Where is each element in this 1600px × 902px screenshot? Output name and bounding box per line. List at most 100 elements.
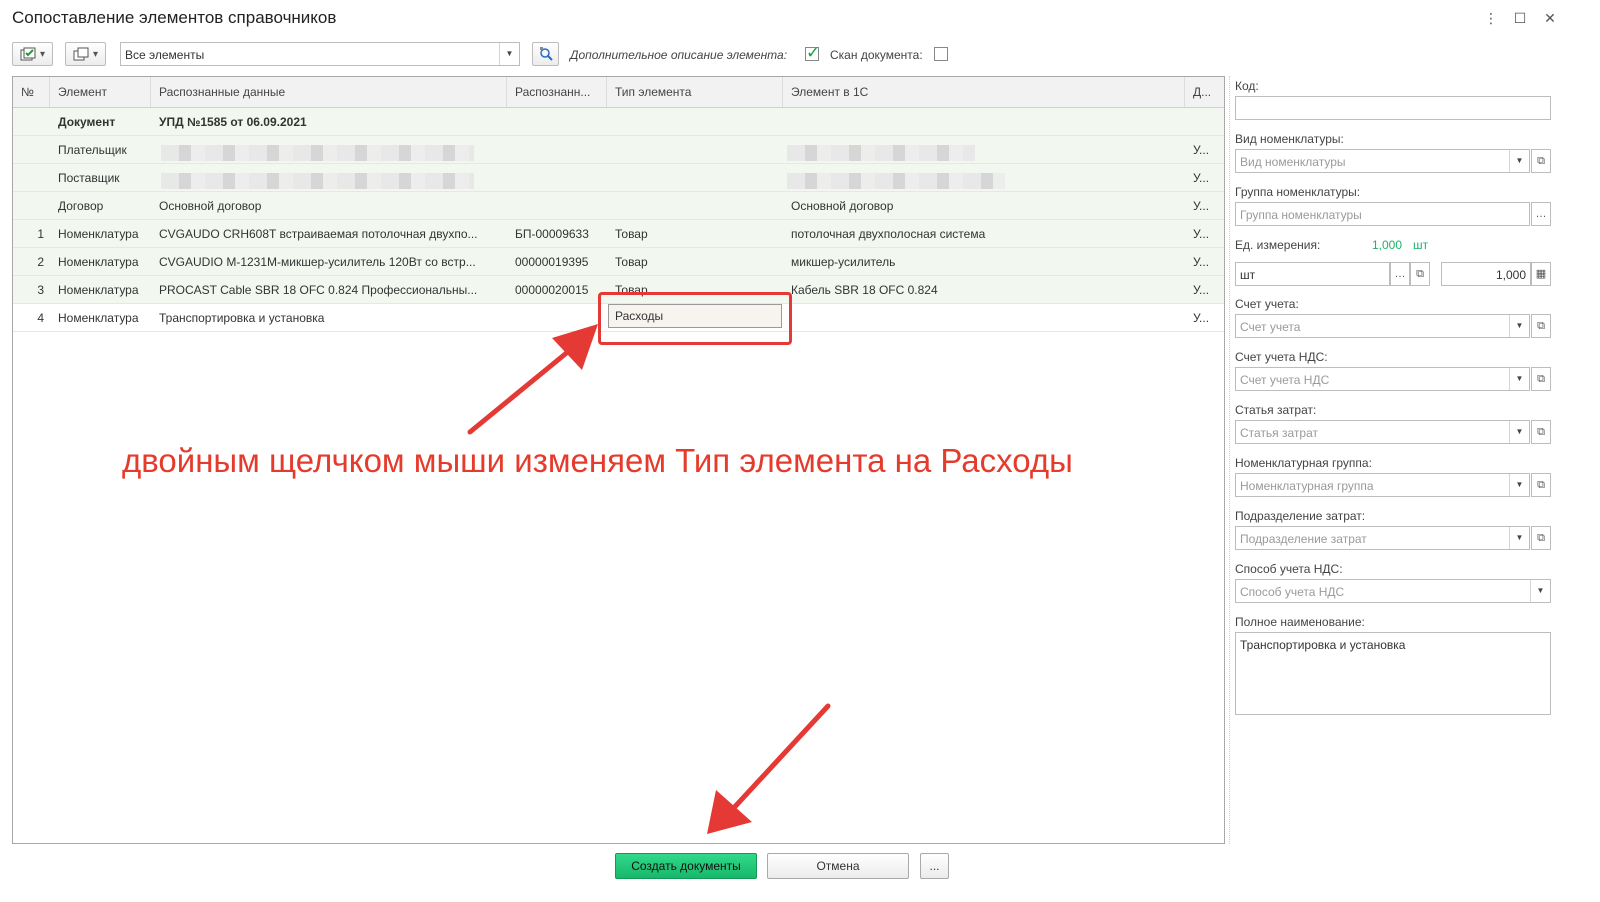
scan-document-label: Скан документа: xyxy=(830,48,923,62)
dept-field[interactable]: Подразделение затрат ▼ xyxy=(1235,526,1530,550)
item-kind-field[interactable]: Вид номенклатуры ▼ xyxy=(1235,149,1530,173)
table-row[interactable]: 1 Номенклатура CVGAUDO CRH608T встраивае… xyxy=(13,220,1224,248)
mark-all-button[interactable]: ▾ xyxy=(12,42,53,66)
column-header-d[interactable]: Д... xyxy=(1185,77,1224,107)
row-type: Товар xyxy=(615,227,648,241)
open-vat-account-button[interactable]: ⧉ xyxy=(1531,367,1551,391)
checklist-icon xyxy=(20,47,36,61)
row-code: БП-00009633 xyxy=(515,227,589,241)
account-placeholder: Счет учета xyxy=(1240,320,1301,334)
row-recognized: PROCAST Cable SBR 18 OFC 0.824 Профессио… xyxy=(159,283,478,297)
vat-account-field[interactable]: Счет учета НДС ▼ xyxy=(1235,367,1530,391)
column-header-num[interactable]: № xyxy=(13,77,50,107)
row-num xyxy=(13,108,50,136)
more-actions-button[interactable]: ... xyxy=(920,853,949,879)
vat-method-label: Способ учета НДС: xyxy=(1235,562,1343,576)
row-element: Поставщик xyxy=(58,171,120,185)
redacted-text xyxy=(161,173,474,189)
vat-method-field[interactable]: Способ учета НДС ▼ xyxy=(1235,579,1551,603)
row-num: 3 xyxy=(37,283,44,297)
chevron-down-icon[interactable]: ▼ xyxy=(1509,474,1529,496)
select-unit-button[interactable]: … xyxy=(1390,262,1410,286)
row-num: 4 xyxy=(37,311,44,325)
row-d: У... xyxy=(1193,171,1210,185)
open-unit-button[interactable]: ⧉ xyxy=(1410,262,1430,286)
column-header-recognized-code[interactable]: Распознанн... xyxy=(507,77,607,107)
row-element: Номенклатура xyxy=(58,227,139,241)
select-item-group-button[interactable]: … xyxy=(1531,202,1551,226)
filter-select[interactable]: Все элементы ▼ xyxy=(120,42,520,66)
column-header-element-1c[interactable]: Элемент в 1С xyxy=(783,77,1185,107)
maximize-icon[interactable]: ☐ xyxy=(1512,10,1528,26)
row-code: 00000020015 xyxy=(515,283,589,297)
row-element: Плательщик xyxy=(58,143,127,157)
redacted-text xyxy=(787,173,1005,189)
cost-item-placeholder: Статья затрат xyxy=(1240,426,1319,440)
open-account-button[interactable]: ⧉ xyxy=(1531,314,1551,338)
item-kind-label: Вид номенклатуры: xyxy=(1235,132,1344,146)
cost-item-field[interactable]: Статья затрат ▼ xyxy=(1235,420,1530,444)
scan-document-checkbox[interactable] xyxy=(934,47,948,61)
vat-account-label: Счет учета НДС: xyxy=(1235,350,1328,364)
chevron-down-icon[interactable]: ▼ xyxy=(1509,368,1529,390)
table-row[interactable]: Договор Основной договор Основной догово… xyxy=(13,192,1224,220)
calculator-icon[interactable]: ▦ xyxy=(1531,262,1551,286)
account-label: Счет учета: xyxy=(1235,297,1299,311)
close-icon[interactable]: ✕ xyxy=(1542,10,1558,26)
unit-field[interactable]: шт xyxy=(1235,262,1390,286)
row-recognized: CVGAUDIO M-1231M-микшер-усилитель 120Вт … xyxy=(159,255,476,269)
cancel-button[interactable]: Отмена xyxy=(767,853,909,879)
search-settings-button[interactable] xyxy=(532,42,559,66)
chevron-down-icon[interactable]: ▼ xyxy=(1530,580,1550,602)
row-d: У... xyxy=(1193,311,1210,325)
open-dept-button[interactable]: ⧉ xyxy=(1531,526,1551,550)
search-icon xyxy=(539,47,553,61)
table-row[interactable]: Поставщик У... xyxy=(13,164,1224,192)
open-item-kind-button[interactable]: ⧉ xyxy=(1531,149,1551,173)
chevron-down-icon: ▾ xyxy=(39,48,46,60)
extra-description-label: Дополнительное описание элемента: xyxy=(570,48,788,62)
open-cost-item-button[interactable]: ⧉ xyxy=(1531,420,1551,444)
open-nom-group-button[interactable]: ⧉ xyxy=(1531,473,1551,497)
row-element-1c: Основной договор xyxy=(791,199,894,213)
account-field[interactable]: Счет учета ▼ xyxy=(1235,314,1530,338)
unit-name: шт xyxy=(1413,238,1429,252)
redacted-text xyxy=(161,145,474,161)
row-element: Договор xyxy=(58,199,104,213)
item-group-label: Группа номенклатуры: xyxy=(1235,185,1361,199)
chevron-down-icon[interactable]: ▼ xyxy=(1509,527,1529,549)
full-name-textarea[interactable]: Транспортировка и установка xyxy=(1235,632,1551,715)
chevron-down-icon[interactable]: ▼ xyxy=(499,43,519,65)
row-recognized: CVGAUDO CRH608T встраиваемая потолочная … xyxy=(159,227,478,241)
column-header-recognized[interactable]: Распознанные данные xyxy=(151,77,507,107)
more-menu-icon[interactable]: ⋮ xyxy=(1483,10,1499,26)
nom-group-field[interactable]: Номенклатурная группа ▼ xyxy=(1235,473,1530,497)
chevron-down-icon[interactable]: ▼ xyxy=(1509,150,1529,172)
row-d: У... xyxy=(1193,255,1210,269)
row-recognized: Основной договор xyxy=(159,199,262,213)
panel-divider xyxy=(1229,76,1230,844)
table-row[interactable]: Плательщик У... xyxy=(13,136,1224,164)
code-field[interactable] xyxy=(1235,96,1551,120)
code-label: Код: xyxy=(1235,79,1259,93)
row-element-1c: потолочная двухполосная система xyxy=(791,227,986,241)
dept-label: Подразделение затрат: xyxy=(1235,509,1366,523)
extra-description-checkbox[interactable] xyxy=(805,43,820,63)
table-row[interactable]: Документ УПД №1585 от 06.09.2021 xyxy=(13,108,1224,136)
chevron-down-icon[interactable]: ▼ xyxy=(1509,421,1529,443)
redacted-text xyxy=(787,145,975,161)
column-header-element[interactable]: Элемент xyxy=(50,77,151,107)
unit-label: Ед. измерения: xyxy=(1235,238,1321,252)
item-group-field[interactable]: Группа номенклатуры xyxy=(1235,202,1530,226)
nom-group-placeholder: Номенклатурная группа xyxy=(1240,479,1374,493)
column-header-type[interactable]: Тип элемента xyxy=(607,77,783,107)
table-row[interactable]: 2 Номенклатура CVGAUDIO M-1231M-микшер-у… xyxy=(13,248,1224,276)
copy-menu-button[interactable]: ▾ xyxy=(65,42,106,66)
table-header: № Элемент Распознанные данные Распознанн… xyxy=(13,77,1224,108)
chevron-down-icon[interactable]: ▼ xyxy=(1509,315,1529,337)
copy-icon xyxy=(73,47,89,61)
unit-coef-field[interactable]: 1,000 xyxy=(1441,262,1531,286)
row-element: Номенклатура xyxy=(58,311,139,325)
create-documents-button[interactable]: Создать документы xyxy=(615,853,757,879)
chevron-down-icon: ▾ xyxy=(92,48,99,60)
